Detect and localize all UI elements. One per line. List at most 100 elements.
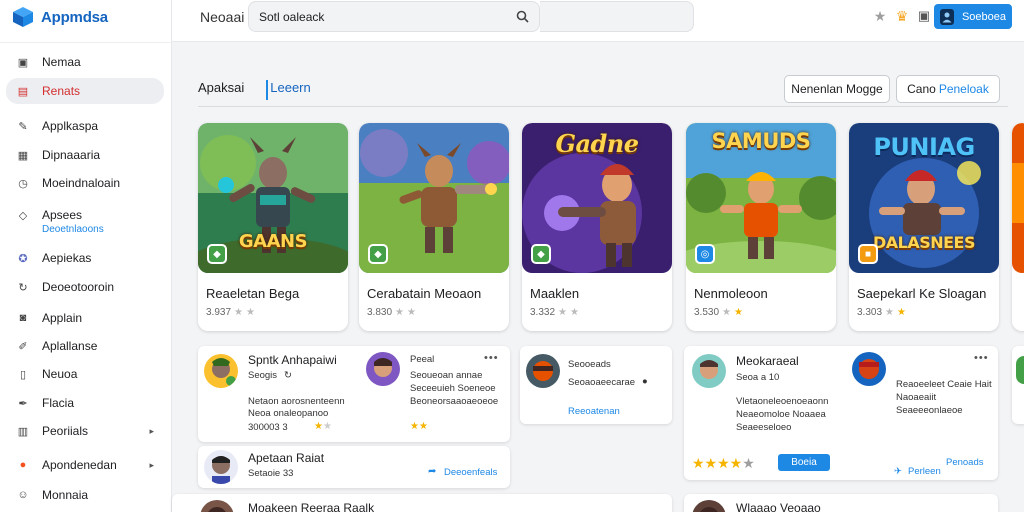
game-rating: 3.303 ★ ★ (857, 307, 906, 318)
review-card[interactable]: Wlaaao Veoaao (684, 494, 998, 512)
sidebar-item-applkaspa[interactable]: ✎ Applkaspa (6, 113, 164, 139)
search-extension[interactable] (540, 1, 694, 32)
sidebar-item-dipnaaaria[interactable]: ▦ Dipnaaaria (6, 142, 164, 168)
rating-stars: ★★★★★ (692, 455, 755, 471)
review-link[interactable]: Reeoatenan (568, 406, 620, 417)
star-icon: ★ (234, 307, 243, 318)
sidebar-item-label: Deoeotooroin (42, 280, 115, 294)
more-options-icon[interactable]: ••• (484, 352, 499, 364)
sidebar-divider (0, 42, 172, 43)
send-icon[interactable]: ✈ (894, 466, 902, 477)
review-text-line: Seceeuieh Soeneoe (410, 383, 496, 394)
sidebar-item-renats[interactable]: ▤ Renats (6, 78, 164, 104)
game-card-partial[interactable] (1012, 123, 1024, 331)
review-text-line: Netaon aorosnenteenn (248, 396, 345, 407)
game-name: Cerabatain Meoaon (367, 286, 482, 301)
sidebar-item-aepiekas[interactable]: ✪ Aepiekas (6, 245, 164, 271)
reviewer-handle: Seoa a 10 (736, 372, 780, 383)
refresh-icon: ↻ (18, 281, 28, 294)
review-card[interactable]: Spntk Anhapaiwi Seogis ↻ Netaon aorosnen… (198, 346, 510, 442)
game-card[interactable]: Gadne ◆ Maaklen 3.332 ★ ★ (522, 123, 672, 331)
sidebar-item-neuoa[interactable]: ▯ Neuoa (6, 361, 164, 387)
search-input[interactable] (259, 9, 516, 24)
game-name: Maaklen (530, 286, 580, 301)
filter-button-label: Cano (907, 82, 936, 96)
sidebar-item-monnaia[interactable]: ☺ Monnaia (6, 482, 164, 508)
sidebar-item-label: Dipnaaaria (42, 148, 101, 162)
review-text-line: Neaeomoloe Noaaea (736, 409, 826, 420)
tab-apaksai[interactable]: Apaksai (198, 80, 244, 100)
star-icon[interactable]: ★ (872, 8, 888, 24)
game-rating: 3.530 ★ ★ (694, 307, 743, 318)
game-card[interactable]: SAMUDS ◎ Nenmoleoon 3.530 ★ ★ (686, 123, 836, 331)
chevron-right-icon: ▸ (149, 425, 154, 436)
bag-icon[interactable]: ▣ (916, 8, 932, 24)
pencil-icon: ✎ (18, 120, 28, 133)
avatar (692, 500, 726, 512)
more-options-icon[interactable]: ••• (974, 352, 989, 364)
review-card[interactable]: Apetaan Raiat Setaoie 33 ➦ Deeoenfeals (198, 446, 510, 488)
review-card[interactable]: Seooeads Seoaoaeecarae ● Reeoatenan (520, 346, 672, 424)
game-name: Nenmoleoon (694, 286, 768, 301)
sidebar-item-apsees[interactable]: ◇ Apsees Deoetnlaoons (6, 204, 164, 238)
review-link[interactable]: Deeoenfeals (444, 467, 497, 478)
star-icon: ★ (407, 307, 416, 318)
trophy-icon[interactable]: ♛ (894, 8, 910, 24)
game-rating-value: 3.830 (367, 307, 393, 318)
review-text-line: Seoaoaeecarae (568, 377, 636, 388)
avatar (366, 352, 400, 386)
sidebar-item-label: Applain (42, 311, 83, 325)
page-title: Neoaai (200, 9, 245, 25)
table-icon: ▥ (17, 425, 29, 438)
top-icons: ★ ♛ ▣ (872, 8, 932, 24)
app-name: Appmdsa (41, 8, 108, 26)
person-icon (942, 12, 952, 22)
diamond-icon: ◇ (18, 209, 28, 222)
info-icon: ● (642, 376, 648, 387)
sidebar-item-peoriials[interactable]: ▥ Peoriials ▸ (6, 418, 164, 444)
app-logo[interactable]: Appmdsa (12, 4, 108, 30)
sidebar-item-deoeotooroin[interactable]: ↻ Deoeotooroin (6, 274, 164, 300)
sidebar-item-label: Applkaspa (42, 119, 99, 133)
chevron-right-icon: ▸ (149, 459, 154, 470)
sidebar-item-aplallanse[interactable]: ✐ Aplallanse (6, 333, 164, 359)
link-icon[interactable]: ➦ (428, 466, 436, 477)
filter-button[interactable]: Cano Peneloak (896, 75, 1000, 103)
sidebar-item-label: Aplallanse (42, 339, 98, 353)
review-text-line: Vletaoneleoenoeaonn (736, 396, 829, 407)
game-card[interactable]: ◆ Cerabatain Meoaon 3.830 ★ ★ (359, 123, 509, 331)
tab-leeern[interactable]: Leeern (266, 80, 311, 100)
avatar (692, 354, 726, 388)
sidebar-item-flacia[interactable]: ✒ Flacia (6, 390, 164, 416)
sidebar-item-moeindnaloain[interactable]: ◷ Moeindnaloain (6, 170, 164, 196)
sidebar-item-applain[interactable]: ◙ Applain (6, 305, 164, 331)
review-action-button[interactable]: Boeia (778, 454, 830, 471)
review-link[interactable]: Penoads (946, 457, 984, 468)
search-box[interactable] (248, 1, 540, 32)
game-card[interactable]: PUNIAG DALASNEES ■ Saepekarl Ke Sloagan … (849, 123, 999, 331)
search-icon[interactable] (516, 10, 529, 23)
review-card-partial[interactable] (1012, 346, 1024, 424)
avatar (200, 500, 234, 512)
sidebar-item-label: Peoriials (42, 424, 89, 438)
clock-icon: ◷ (18, 177, 28, 190)
user-account-button[interactable]: Soeboea (934, 4, 1012, 29)
star-icon: ★ (734, 307, 743, 318)
game-card[interactable]: GAANS ◆ Reaeletan Bega 3.937 ★ ★ (198, 123, 348, 331)
avatar (204, 354, 238, 388)
review-link-secondary[interactable]: Perleen (908, 466, 941, 477)
refresh-icon: ↻ (284, 370, 292, 381)
platform-badge-icon: ◎ (695, 244, 715, 264)
game-artwork: PUNIAG DALASNEES ■ (849, 123, 999, 273)
sidebar-item-nemaa[interactable]: ▣ Nemaa (6, 49, 164, 75)
sidebar-item-apondenedan[interactable]: ● Apondenedan ▸ (6, 452, 164, 478)
avatar (1016, 356, 1024, 384)
game-artwork: ◆ (359, 123, 509, 273)
review-card[interactable]: Moakeen Reeraa Raalk (172, 494, 672, 512)
sort-button[interactable]: Nenenlan Mogge (784, 75, 890, 103)
sidebar: Appmdsa ▣ Nemaa ▤ Renats ✎ Applkaspa ▦ D… (0, 0, 172, 512)
review-card[interactable]: Meokaraeal Seoa a 10 Vletaoneleoenoeaonn… (684, 346, 998, 480)
box-icon: ▦ (17, 149, 29, 162)
sidebar-item-label: Moeindnaloain (42, 176, 121, 190)
briefcase-icon: ▣ (17, 56, 29, 69)
